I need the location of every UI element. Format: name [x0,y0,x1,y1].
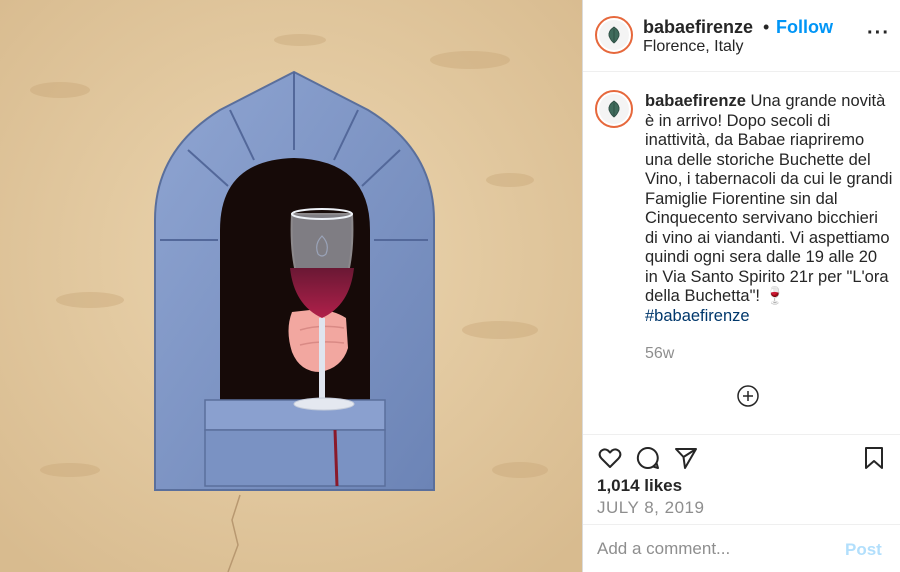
hashtag-link[interactable]: #babaefirenze [645,307,750,325]
plus-circle-icon[interactable] [736,384,760,408]
caption-username[interactable]: babaefirenze [645,92,746,110]
speech-bubble-icon[interactable] [635,445,661,471]
caption-comment: babaefirenze Una grande novità è in arri… [583,72,900,434]
follow-button[interactable]: Follow [776,17,833,38]
post-photo[interactable] [0,0,582,572]
more-options-icon[interactable]: ··· [867,22,890,45]
caption-text: Una grande novità è in arrivo! Dopo seco… [645,92,893,305]
bookmark-icon[interactable] [861,445,887,471]
post-details-panel: babaefirenze • Follow Florence, Italy ··… [582,0,900,572]
vine-leaf-logo-icon [599,94,629,124]
separator-dot: • [763,17,770,37]
avatar[interactable] [595,16,633,54]
header-username[interactable]: babaefirenze [643,17,753,38]
comment-input[interactable] [597,539,827,559]
post-header: babaefirenze • Follow Florence, Italy ··… [583,0,900,72]
vine-leaf-logo-icon [599,20,629,50]
actions-section: 1,014 likes JULY 8, 2019 [583,434,900,524]
post-date[interactable]: JULY 8, 2019 [597,498,704,518]
caption-avatar[interactable] [595,90,633,128]
likes-count[interactable]: 1,014 likes [597,476,682,496]
paper-plane-icon[interactable] [673,445,699,471]
caption-text-block: babaefirenze Una grande novità è in arri… [645,92,893,326]
wine-window-image [0,0,582,572]
post-button[interactable]: Post [845,540,882,560]
comment-age: 56w [645,345,675,362]
heart-icon[interactable] [597,445,623,471]
location-link[interactable]: Florence, Italy [643,38,743,56]
add-comment-bar: Post [583,524,900,572]
